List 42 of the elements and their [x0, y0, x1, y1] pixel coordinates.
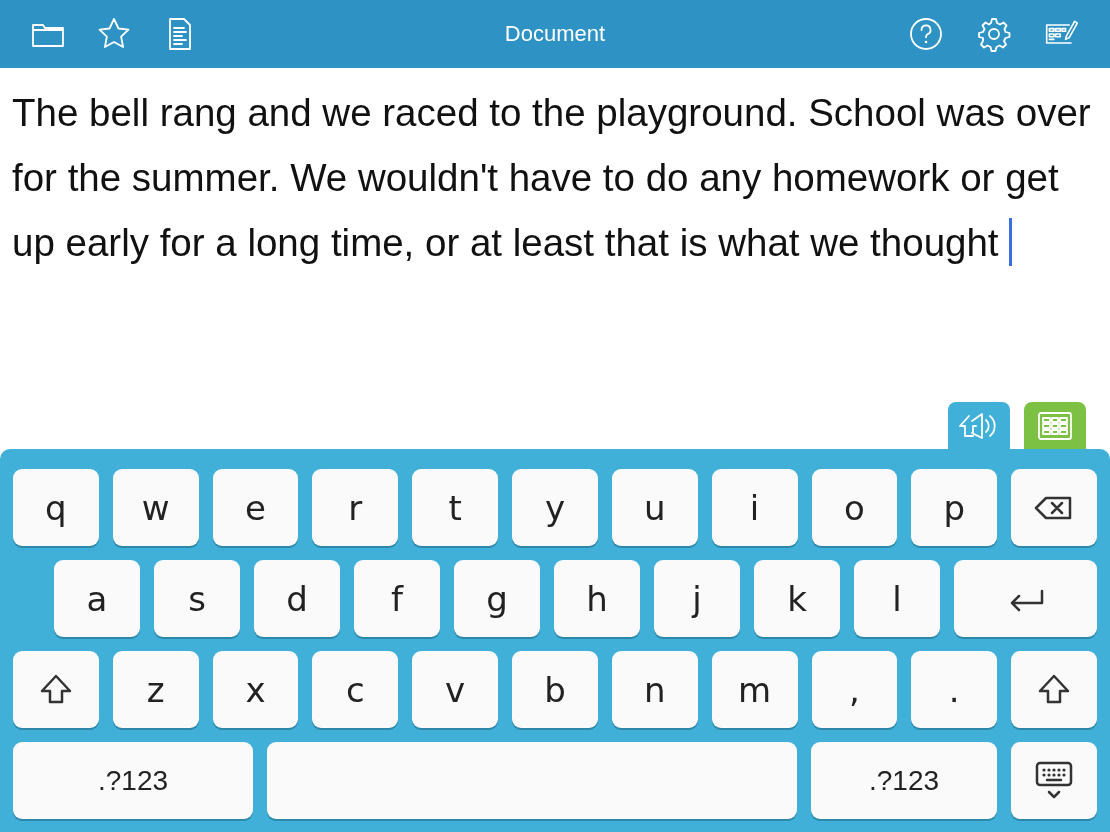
key[interactable]: v — [412, 651, 499, 728]
return-key[interactable] — [954, 560, 1097, 637]
key[interactable]: f — [354, 560, 440, 637]
key[interactable]: h — [554, 560, 640, 637]
key[interactable]: s — [154, 560, 240, 637]
symbols-key[interactable]: .?123 — [811, 742, 997, 819]
key[interactable]: q — [13, 469, 99, 546]
settings-icon[interactable] — [976, 16, 1012, 52]
key[interactable]: m — [711, 651, 798, 728]
key[interactable]: g — [454, 560, 540, 637]
key[interactable]: i — [711, 469, 798, 546]
text-cursor — [1009, 218, 1013, 266]
key[interactable]: w — [112, 469, 199, 546]
key[interactable]: . — [911, 651, 998, 728]
key[interactable]: , — [811, 651, 898, 728]
speech-tab[interactable] — [948, 402, 1010, 449]
help-icon[interactable] — [908, 16, 944, 52]
key[interactable]: t — [412, 469, 499, 546]
key[interactable]: n — [611, 651, 698, 728]
window-title: Document — [504, 21, 606, 47]
key[interactable]: a — [54, 560, 140, 637]
key[interactable]: e — [212, 469, 299, 546]
key[interactable]: c — [312, 651, 399, 728]
key[interactable]: r — [312, 469, 399, 546]
key[interactable]: b — [512, 651, 598, 728]
key[interactable]: d — [254, 560, 340, 637]
document-text[interactable]: The bell rang and we raced to the playground. School was over for the summer. We wouldn't have to do any homework or get up early for a long time, or at least that is what we thought — [0, 68, 1110, 402]
backspace-key[interactable] — [1011, 469, 1097, 546]
key[interactable]: u — [611, 469, 698, 546]
key[interactable]: k — [754, 560, 840, 637]
key[interactable]: o — [811, 469, 898, 546]
key[interactable]: p — [911, 469, 998, 546]
symbols-key[interactable]: .?123 — [13, 742, 253, 819]
keyboard-layout-tab[interactable] — [1024, 402, 1086, 449]
key[interactable]: x — [212, 651, 299, 728]
hide-key[interactable] — [1011, 742, 1097, 819]
key[interactable]: j — [654, 560, 740, 637]
shift-key[interactable] — [13, 651, 99, 728]
shift-key[interactable] — [1011, 651, 1097, 728]
key[interactable]: z — [112, 651, 199, 728]
key[interactable]: y — [512, 469, 598, 546]
key[interactable]: l — [854, 560, 940, 637]
